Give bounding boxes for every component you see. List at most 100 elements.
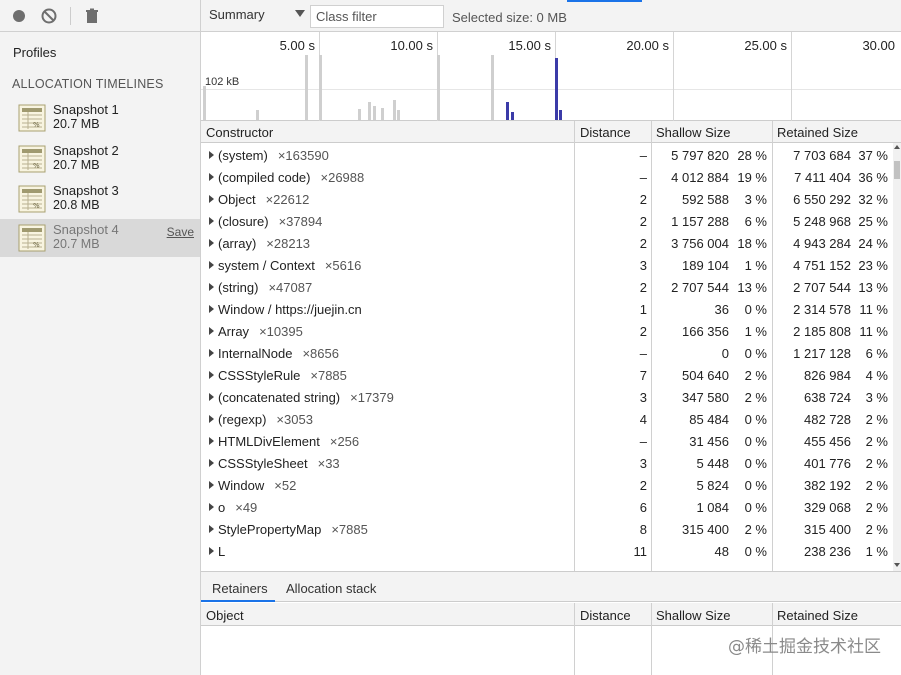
shallow-percent-cell: 0 % [744,500,767,515]
expand-triangle-icon[interactable] [209,525,214,533]
constructor-name: CSSStyleRule [218,368,301,383]
constructor-grid: Constructor Distance Shallow Size Retain… [201,121,901,571]
expand-triangle-icon[interactable] [209,349,214,357]
table-row[interactable]: Array ×10395 2 166 356 1 % 2 185 808 11 % [201,320,895,342]
table-row[interactable]: Window / https://juejin.cn 1 36 0 % 2 314 57… [201,298,895,320]
expand-triangle-icon[interactable] [209,305,214,313]
active-tab-indicator [201,600,275,602]
instance-count: ×17379 [350,390,394,405]
table-row[interactable]: InternalNode ×8656 – 0 0 % 1 217 128 6 % [201,342,895,364]
expand-triangle-icon[interactable] [209,217,214,225]
allocation-timeline[interactable]: 102 kB 5.00 s 10.00 s 15.00 s 20.00 s 25.00 … [201,32,901,121]
distance-cell: – [639,148,647,163]
table-row[interactable]: o ×49 6 1 084 0 % 329 068 2 % [201,496,895,518]
column-distance[interactable]: Distance [580,608,631,623]
expand-triangle-icon[interactable] [209,173,214,181]
column-shallow-size[interactable]: Shallow Size [656,608,730,623]
shallow-percent-cell: 6 % [744,214,767,229]
table-row[interactable]: (closure) ×37894 2 1 157 288 6 % 5 248 968 25 … [201,210,895,232]
snapshot-item[interactable]: % Snapshot 3 20.8 MB [0,180,200,218]
scroll-down-icon[interactable] [894,563,900,567]
column-constructor[interactable]: Constructor [206,125,273,140]
retained-size-cell: 7 703 684 [793,148,851,163]
table-row[interactable]: CSSStyleRule ×7885 7 504 640 2 % 826 984 4 % [201,364,895,386]
constructor-cell: CSSStyleSheet ×33 [218,456,340,471]
expand-triangle-icon[interactable] [209,261,214,269]
expand-triangle-icon[interactable] [209,459,214,467]
tab-retainers[interactable]: Retainers [212,581,268,596]
view-select[interactable]: Summary [209,7,305,27]
trash-icon[interactable] [83,7,101,25]
shallow-percent-cell: 2 % [744,522,767,537]
expand-triangle-icon[interactable] [209,327,214,335]
table-row[interactable]: Object ×22612 2 592 588 3 % 6 550 292 32 % [201,188,895,210]
timeline-tick-label: 20.00 s [626,38,669,53]
timeline-allocation-bar [559,110,562,120]
timeline-gridline [791,32,792,121]
shallow-size-cell: 504 640 [682,368,729,383]
timeline-allocation-bar [393,100,396,120]
column-retained-size[interactable]: Retained Size [777,125,858,140]
retained-size-cell: 1 217 128 [793,346,851,361]
table-row[interactable]: (regexp) ×3053 4 85 484 0 % 482 728 2 % [201,408,895,430]
table-row[interactable]: (concatenated string) ×17379 3 347 580 2 % 63… [201,386,895,408]
snapshot-item[interactable]: % Snapshot 1 20.7 MB [0,99,200,137]
column-object[interactable]: Object [206,608,244,623]
distance-cell: 3 [639,456,647,471]
expand-triangle-icon[interactable] [209,239,214,247]
distance-cell: 8 [639,522,647,537]
snapshot-item[interactable]: % Snapshot 2 20.7 MB [0,140,200,178]
table-row[interactable]: HTMLDivElement ×256 – 31 456 0 % 455 456 2 % [201,430,895,452]
clear-icon[interactable] [40,7,58,25]
expand-triangle-icon[interactable] [209,415,214,423]
expand-triangle-icon[interactable] [209,283,214,291]
scroll-thumb[interactable] [894,161,900,179]
table-row[interactable]: StylePropertyMap ×7885 8 315 400 2 % 315 400 2… [201,518,895,540]
distance-cell: 11 [633,544,648,559]
timeline-allocation-bar [491,55,494,120]
table-row[interactable]: (string) ×47087 2 2 707 544 13 % 2 707 544 13 … [201,276,895,298]
expand-triangle-icon[interactable] [209,393,214,401]
distance-cell: 2 [639,324,647,339]
snapshot-item[interactable]: % Snapshot 4 20.7 MB Save [0,219,200,257]
tab-allocation-stack[interactable]: Allocation stack [286,581,376,596]
retained-size-cell: 7 411 404 [794,170,851,185]
expand-triangle-icon[interactable] [209,195,214,203]
table-row[interactable]: CSSStyleSheet ×33 3 5 448 0 % 401 776 2 % [201,452,895,474]
table-row[interactable]: (system) ×163590 – 5 797 820 28 % 7 703 684 37… [201,144,895,166]
expand-triangle-icon[interactable] [209,503,214,511]
retained-percent-cell: 3 % [865,390,888,405]
class-filter-input[interactable] [310,5,444,28]
table-row[interactable]: (array) ×28213 2 3 756 004 18 % 4 943 284 24 % [201,232,895,254]
table-row[interactable]: Window ×52 2 5 824 0 % 382 192 2 % [201,474,895,496]
expand-triangle-icon[interactable] [209,437,214,445]
retained-size-cell: 4 943 284 [793,236,851,251]
svg-text:%: % [33,121,40,129]
table-row[interactable]: system / Context ×5616 3 189 104 1 % 4 751 15… [201,254,895,276]
expand-triangle-icon[interactable] [209,481,214,489]
constructor-cell: (closure) ×37894 [218,214,322,229]
grid-scrollbar[interactable] [893,143,901,571]
expand-triangle-icon[interactable] [209,151,214,159]
shallow-percent-cell: 2 % [744,390,767,405]
shallow-size-cell: 85 484 [689,412,729,427]
shallow-size-cell: 48 [714,544,729,559]
table-row[interactable]: L 11 48 0 % 238 236 1 % [201,540,895,562]
expand-triangle-icon[interactable] [209,371,214,379]
scroll-up-icon[interactable] [894,145,900,149]
constructor-name: L [218,544,226,559]
expand-triangle-icon[interactable] [209,547,214,555]
table-row[interactable]: (compiled code) ×26988 – 4 012 884 19 % 7 411… [201,166,895,188]
record-icon[interactable] [10,7,28,25]
column-retained-size[interactable]: Retained Size [777,608,858,623]
shallow-percent-cell: 0 % [744,478,767,493]
shallow-size-cell: 315 400 [682,522,729,537]
column-shallow-size[interactable]: Shallow Size [656,125,730,140]
save-snapshot-link[interactable]: Save [167,225,194,239]
timeline-tick-label: 15.00 s [508,38,551,53]
snapshot-size: 20.7 MB [53,237,100,251]
constructor-cell: CSSStyleRule ×7885 [218,368,347,383]
column-distance[interactable]: Distance [580,125,631,140]
timeline-allocation-bar [555,58,558,120]
constructor-name: HTMLDivElement [218,434,320,449]
